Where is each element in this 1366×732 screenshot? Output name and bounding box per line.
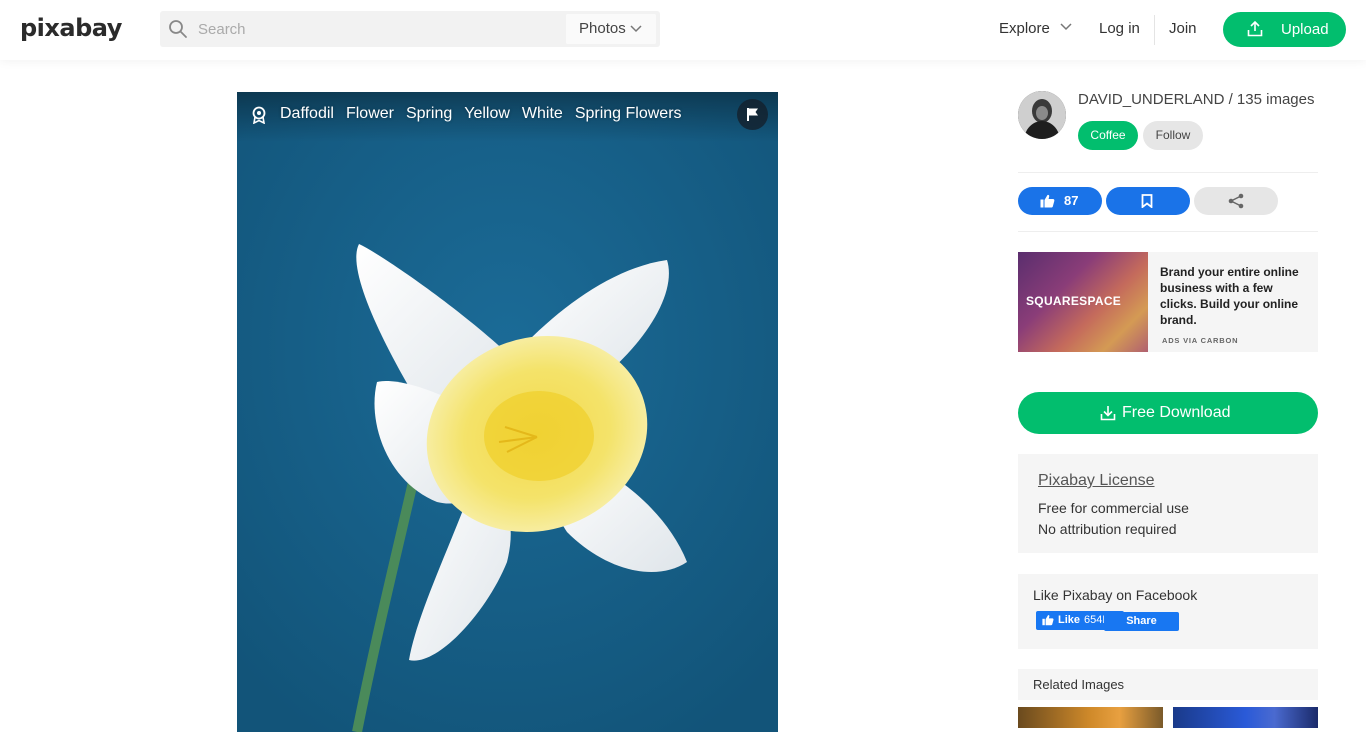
bookmark-icon [1141, 194, 1153, 208]
nav-join[interactable]: Join [1169, 20, 1197, 37]
nav-divider [1154, 15, 1155, 45]
related-image-thumbnail[interactable] [1173, 707, 1318, 728]
author-avatar[interactable] [1018, 91, 1066, 139]
squarespace-logo: SQUARESPACE [1026, 294, 1122, 308]
facebook-like-label: Like [1058, 614, 1081, 626]
download-icon [1100, 406, 1116, 421]
follow-button[interactable]: Follow [1143, 121, 1203, 150]
award-badge-icon [252, 106, 266, 124]
search-category-select[interactable]: Photos [566, 14, 656, 44]
tag-link[interactable]: Spring Flowers [575, 105, 682, 123]
license-attribution-text: No attribution required [1038, 521, 1177, 537]
thumbs-up-icon [1042, 615, 1054, 626]
license-commercial-text: Free for commercial use [1038, 500, 1189, 516]
upload-button[interactable]: Upload [1223, 12, 1346, 47]
pixabay-logo[interactable]: pixabay [20, 14, 122, 42]
thumbs-up-icon [1040, 194, 1055, 208]
upload-label: Upload [1281, 21, 1329, 38]
search-icon[interactable] [168, 19, 188, 39]
ad-via-label[interactable]: ADS VIA CARBON [1162, 336, 1238, 345]
divider [1018, 231, 1318, 232]
tag-list: Daffodil Flower Spring Yellow White Spri… [280, 105, 694, 123]
main-photo[interactable]: Daffodil Flower Spring Yellow White Spri… [237, 92, 778, 732]
license-box: Pixabay License Free for commercial use … [1018, 454, 1318, 553]
search-bar: Photos [160, 11, 660, 47]
ad-image[interactable]: SQUARESPACE [1018, 252, 1148, 352]
coffee-button[interactable]: Coffee [1078, 121, 1138, 150]
chevron-down-icon [1060, 23, 1072, 31]
save-button[interactable] [1106, 187, 1190, 215]
free-download-label: Free Download [1122, 404, 1231, 421]
ad-text[interactable]: Brand your entire online business with a… [1160, 264, 1312, 328]
share-icon [1228, 193, 1244, 209]
nav-login[interactable]: Log in [1099, 20, 1140, 37]
related-image-thumbnail[interactable] [1018, 707, 1163, 728]
search-category-label: Photos [579, 20, 626, 37]
daffodil-image [237, 92, 778, 732]
tag-bar: Daffodil Flower Spring Yellow White Spri… [237, 92, 778, 142]
tag-link[interactable]: White [522, 105, 563, 123]
like-count: 87 [1064, 193, 1079, 208]
author-name[interactable]: DAVID_UNDERLAND / 135 images [1078, 91, 1314, 108]
upload-icon [1247, 21, 1263, 37]
tag-link[interactable]: Yellow [464, 105, 510, 123]
tag-link[interactable]: Flower [346, 105, 394, 123]
site-header: pixabay Photos Explore Log in Join Uploa… [0, 0, 1366, 60]
free-download-button[interactable]: Free Download [1018, 392, 1318, 434]
facebook-box: Like Pixabay on Facebook Like 654K Share [1018, 574, 1318, 649]
chevron-down-icon [630, 25, 642, 33]
related-images-title: Related Images [1033, 677, 1125, 692]
report-button[interactable] [737, 99, 768, 130]
search-input[interactable] [198, 18, 558, 40]
tag-link[interactable]: Spring [406, 105, 452, 123]
nav-explore-label: Explore [999, 20, 1050, 37]
like-button[interactable]: 87 [1018, 187, 1102, 215]
divider [1018, 172, 1318, 173]
share-button[interactable] [1194, 187, 1278, 215]
flag-icon [747, 108, 758, 121]
facebook-title: Like Pixabay on Facebook [1033, 587, 1198, 603]
nav-explore[interactable]: Explore [999, 20, 1072, 37]
carbon-ad[interactable]: SQUARESPACE Brand your entire online bus… [1018, 252, 1318, 352]
facebook-share-button[interactable]: Share [1104, 612, 1179, 631]
author-avatar-image [1018, 91, 1066, 139]
license-link[interactable]: Pixabay License [1038, 472, 1155, 490]
tag-link[interactable]: Daffodil [280, 105, 334, 123]
related-images-header: Related Images [1018, 669, 1318, 700]
